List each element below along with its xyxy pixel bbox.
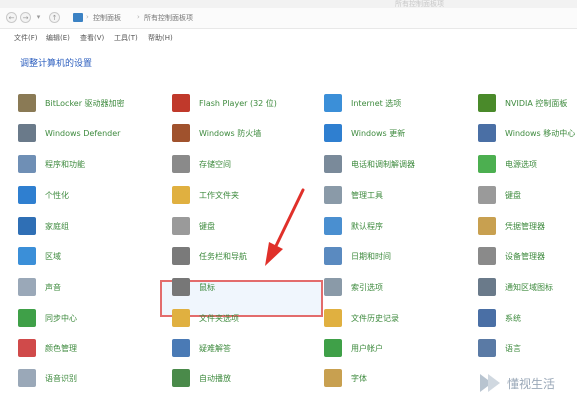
annotation-arrow (265, 188, 305, 266)
watermark-text: 懂视生活 (507, 376, 556, 391)
watermark-logo-icon (480, 374, 500, 392)
watermark: 懂视生活 (478, 372, 555, 394)
